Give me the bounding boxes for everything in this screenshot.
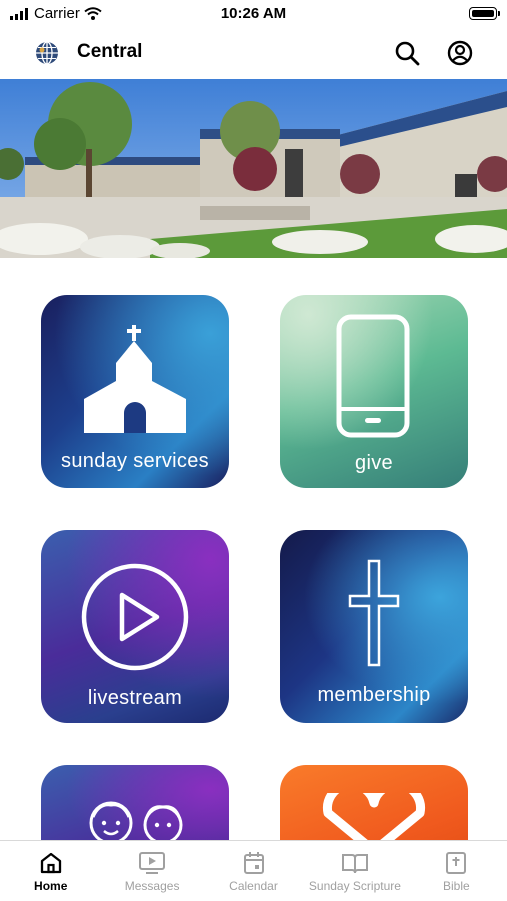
sunday-services-tile[interactable]: sunday services (41, 295, 229, 488)
battery-icon (469, 7, 500, 20)
profile-button[interactable] (445, 38, 475, 68)
tab-label: Home (34, 879, 68, 893)
status-bar: Carrier 10:26 AM (0, 0, 507, 30)
app-header: Central (0, 30, 507, 78)
page-title: Central (77, 41, 143, 62)
tile-label: membership (317, 684, 431, 706)
book-icon (341, 854, 368, 874)
tab-bible[interactable]: Bible (406, 841, 507, 901)
cross-icon (348, 559, 400, 667)
tab-label: Bible (442, 879, 470, 893)
tab-label: Calendar (229, 879, 278, 893)
bible-icon (446, 852, 467, 874)
tab-calendar[interactable]: Calendar (203, 841, 304, 901)
church-icon (84, 325, 186, 433)
video-icon (139, 852, 166, 874)
livestream-tile[interactable]: livestream (41, 530, 229, 723)
tile-label: sunday services (61, 450, 209, 472)
bottom-tab-bar: Home Messages Calendar Sunday Scripture (0, 840, 507, 901)
membership-tile[interactable]: membership (280, 530, 468, 723)
tile-label: give (355, 452, 393, 474)
tab-messages[interactable]: Messages (101, 841, 202, 901)
home-icon (40, 852, 61, 874)
search-button[interactable] (392, 38, 422, 68)
calendar-icon (243, 852, 264, 874)
give-tile[interactable]: give (280, 295, 468, 488)
profile-icon (447, 40, 473, 66)
tile-label: livestream (87, 687, 183, 709)
search-icon (395, 41, 420, 66)
tab-home[interactable]: Home (0, 841, 101, 901)
campus-image (0, 79, 507, 258)
tab-sunday-scripture[interactable]: Sunday Scripture (304, 841, 405, 901)
globe-logo-icon (36, 41, 58, 65)
tab-label: Sunday Scripture (308, 879, 401, 893)
tab-label: Messages (124, 879, 180, 893)
hero-campus-photo (0, 79, 507, 258)
clock: 10:26 AM (220, 5, 287, 22)
kids-icon (89, 801, 183, 845)
play-icon (81, 563, 189, 671)
phone-icon (336, 314, 410, 438)
